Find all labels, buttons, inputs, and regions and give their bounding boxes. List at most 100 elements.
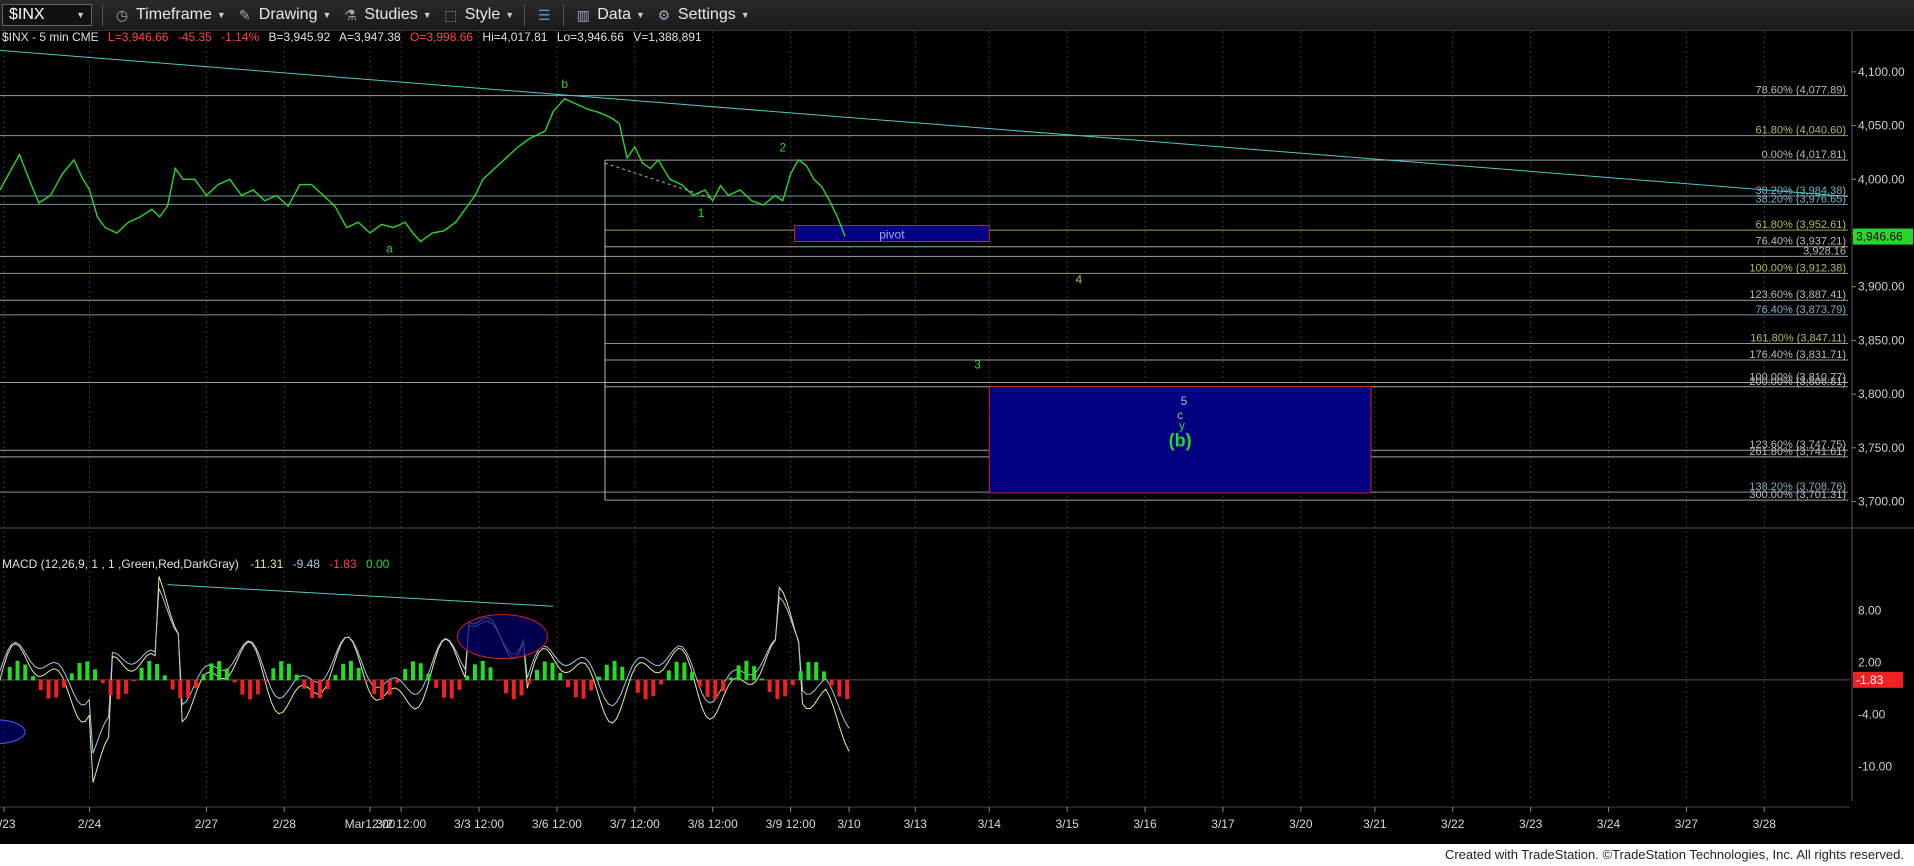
macd-histogram-bar: [240, 679, 245, 695]
chevron-down-icon: ▼: [216, 10, 226, 20]
fib-level-label: 61.80% (3,952.61): [1755, 219, 1846, 231]
flask-icon: ⚗: [344, 6, 357, 23]
macd-histogram-bar: [783, 679, 788, 697]
fib-level-label: 123.60% (3,887.41): [1749, 289, 1846, 301]
fib-level-label: 76.40% (3,873.79): [1755, 304, 1846, 316]
macd-histogram-bar: [131, 679, 136, 682]
macd-histogram-bar: [77, 663, 82, 681]
macd-histogram-bar: [790, 679, 795, 686]
symbol-text: $INX: [9, 6, 45, 23]
wave-label: (b): [1169, 431, 1192, 451]
x-tick-label: 2/23: [0, 817, 16, 831]
toolbar-divider: [102, 4, 103, 26]
macd-y-tick-label: 8.00: [1858, 604, 1882, 618]
x-tick-label: 3/14: [978, 817, 1002, 831]
timeframe-menu[interactable]: ◷ Timeframe ▼: [113, 6, 226, 24]
info-change: -45.35: [178, 31, 212, 44]
x-tick-label: 3/20: [1289, 817, 1313, 831]
macd-histogram-bar: [449, 679, 454, 699]
style-menu[interactable]: ⬚ Style ▼: [442, 6, 514, 24]
macd-histogram-bar: [7, 667, 12, 681]
macd-histogram-bar: [581, 679, 586, 699]
macd-histogram-bar: [620, 666, 625, 681]
macd-histogram-bar: [573, 679, 578, 698]
info-change-pct: -1.14%: [221, 31, 259, 44]
gear-icon: ⚙: [657, 6, 671, 23]
macd-histogram-bar: [395, 679, 400, 683]
x-tick-label: 3/6 12:00: [532, 817, 582, 831]
macd-histogram-bar: [217, 661, 222, 681]
toolbar-divider: [563, 4, 565, 26]
macd-y-tick-label: -10.00: [1858, 759, 1892, 773]
macd-histogram-bar: [511, 679, 516, 700]
trendline-layer: [0, 49, 1849, 197]
macd-histogram-bar: [589, 679, 594, 691]
wave-label: a: [386, 241, 393, 255]
macd-value-2: -9.48: [293, 557, 321, 571]
macd-value-3: -1.83: [329, 557, 357, 571]
macd-divergence-highlight: [0, 719, 26, 745]
info-line: $INX - 5 min CME L=3,946.66 -45.35 -1.14…: [2, 31, 702, 44]
data-menu[interactable]: ▥ Data ▼: [574, 6, 645, 24]
info-high: Hi=4,017.81: [482, 31, 547, 44]
macd-histogram-bar: [519, 679, 524, 696]
macd-histogram-bar: [162, 675, 167, 681]
y-tick-label: 3,700.00: [1858, 495, 1905, 509]
x-tick-label: 3/8 12:00: [688, 817, 738, 831]
y-tick-label: 4,050.00: [1858, 119, 1905, 133]
macd-histogram-bar: [379, 679, 384, 700]
price-line: [0, 97, 846, 243]
macd-histogram-bar: [348, 661, 353, 681]
wave-label: 3: [974, 357, 981, 371]
macd-y-tick-label: 2.00: [1858, 656, 1882, 670]
price-chart[interactable]: 78.60% (4,077.89) 61.80% (4,040.60) 0.00% …: [0, 31, 1914, 844]
studies-menu[interactable]: ⚗ Studies ▼: [341, 6, 432, 24]
fib-level-label: 176.40% (3,831.71): [1749, 349, 1846, 361]
macd-histogram-bar: [527, 679, 532, 684]
macd-histogram-bar: [31, 676, 36, 681]
macd-histogram-bar: [752, 666, 757, 681]
macd-histogram-bar: [597, 676, 602, 681]
fib-level-label: 78.60% (4,077.89): [1755, 85, 1846, 97]
chevron-down-icon: ▼: [422, 10, 432, 20]
macd-histogram-bar: [690, 672, 695, 681]
symbol-selector[interactable]: $INX ▼: [2, 4, 92, 26]
macd-histogram-bar: [255, 679, 260, 695]
macd-value-1: -11.31: [250, 557, 283, 571]
chevron-down-icon: ▼: [76, 10, 85, 20]
macd-histogram-bar: [364, 679, 369, 682]
settings-menu[interactable]: ⚙ Settings ▼: [655, 6, 750, 24]
chevron-down-icon: ▼: [635, 10, 645, 20]
info-last: L=3,946.66: [108, 31, 169, 44]
y-tick-label: 3,900.00: [1858, 280, 1905, 294]
macd-histogram-bar: [232, 679, 237, 683]
macd-histogram-bar: [736, 665, 741, 681]
drawing-menu[interactable]: ✎ Drawing ▼: [236, 6, 331, 24]
y-tick-label: 3,850.00: [1858, 333, 1905, 347]
macd-info-line: MACD (12,26,9, 1 , 1 ,Green,Red,DarkGray…: [2, 557, 390, 571]
macd-histogram-bar: [317, 679, 322, 699]
macd-histogram-bar: [403, 669, 408, 681]
price-series-layer: [0, 97, 846, 243]
fib-level-label: 61.80% (4,040.60): [1755, 125, 1846, 137]
macd-histogram-bar: [821, 671, 826, 681]
y-tick-label: 3,750.00: [1858, 441, 1905, 455]
pencil-icon: ✎: [238, 6, 251, 23]
fib-level-label: 261.80% (3,741.61): [1749, 446, 1846, 458]
x-tick-label: 2/27: [195, 817, 219, 831]
macd-histogram-bar: [201, 674, 206, 681]
toolbar-divider: [524, 4, 526, 26]
bar-chart-icon: ▥: [576, 6, 590, 23]
macd-histogram-bar: [279, 661, 284, 681]
macd-value-4: 0.00: [366, 557, 390, 571]
macd-histogram-bar: [224, 668, 229, 681]
info-ask: A=3,947.38: [339, 31, 401, 44]
info-bid: B=3,945.92: [269, 31, 331, 44]
layout-button[interactable]: ☰: [535, 6, 553, 24]
y-tick-label: 4,000.00: [1858, 172, 1905, 186]
wave-label: 1: [698, 206, 705, 220]
macd-histogram-bar: [550, 662, 555, 681]
macd-histogram-bar: [744, 660, 749, 681]
fib-level-label: 3,928.16: [1803, 245, 1846, 257]
macd-histogram-bar: [147, 660, 152, 681]
